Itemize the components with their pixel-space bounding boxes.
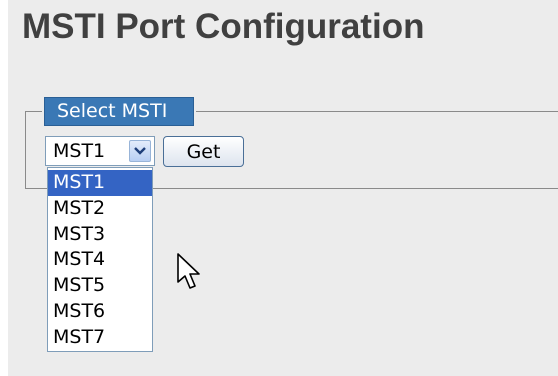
dropdown-option-mst1[interactable]: MST1: [48, 170, 152, 196]
msti-select-value: MST1: [53, 140, 106, 162]
dropdown-option-mst4[interactable]: MST4: [48, 247, 152, 273]
dropdown-option-mst5[interactable]: MST5: [48, 273, 152, 299]
select-msti-legend: Select MSTI: [42, 95, 196, 128]
dropdown-option-mst7[interactable]: MST7: [48, 325, 152, 351]
mouse-pointer-icon: [176, 252, 206, 297]
msti-dropdown-list: MST1 MST2 MST3 MST4 MST5 MST6 MST7: [47, 167, 153, 352]
chevron-down-icon[interactable]: [129, 140, 151, 162]
dropdown-option-mst6[interactable]: MST6: [48, 299, 152, 325]
msti-select[interactable]: MST1: [45, 136, 155, 166]
dropdown-option-mst3[interactable]: MST3: [48, 222, 152, 248]
get-button[interactable]: Get: [163, 136, 244, 167]
page-title: MSTI Port Configuration: [22, 7, 425, 46]
dropdown-option-mst2[interactable]: MST2: [48, 196, 152, 222]
